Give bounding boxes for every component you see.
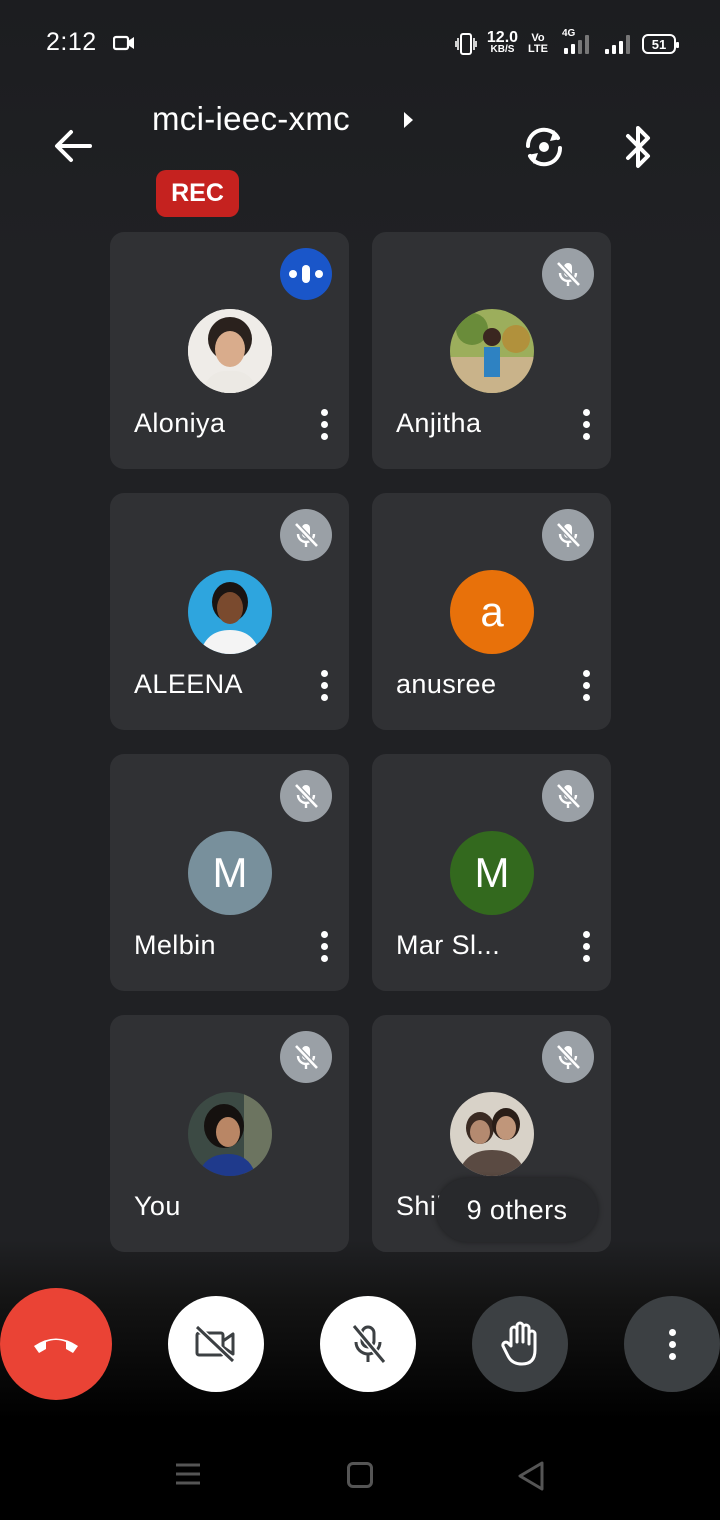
participant-tile[interactable]: ALEENA [110, 493, 349, 730]
participant-name: Anjitha [396, 408, 482, 438]
speaking-indicator-icon [280, 248, 332, 300]
avatar [450, 1092, 534, 1176]
battery-level: 51 [651, 36, 667, 52]
avatar [188, 570, 272, 654]
volte-indicator: Vo LTE [528, 33, 548, 55]
status-bar: 2:12 12.0 KB/S Vo LTE 4G 51 [0, 0, 720, 88]
more-vert-icon[interactable] [312, 667, 336, 703]
participant-tile[interactable]: M Melbin [110, 754, 349, 991]
more-options-button[interactable] [624, 1296, 720, 1392]
network-speed-unit: KB/S [490, 44, 515, 55]
more-vert-icon[interactable] [574, 928, 598, 964]
hand-raise-icon [501, 1321, 537, 1366]
mic-off-icon [280, 770, 332, 822]
participant-name: Mar Sl... [396, 930, 501, 960]
participant-name: Aloniya [134, 408, 226, 438]
avatar: M [188, 831, 272, 915]
participant-name: ALEENA [134, 669, 243, 699]
network-speed-value: 12.0 [486, 29, 519, 46]
meeting-code-title[interactable]: mci-ieec-xmc [152, 100, 350, 138]
signal-4g-icon: 4G [562, 28, 589, 54]
recording-badge: REC [156, 170, 239, 217]
mic-off-icon [280, 509, 332, 561]
more-vert-icon[interactable] [574, 667, 598, 703]
avatar: M [450, 831, 534, 915]
mic-off-icon [542, 509, 594, 561]
mic-toggle-button[interactable] [320, 1296, 416, 1392]
raise-hand-button[interactable] [472, 1296, 568, 1392]
mic-off-icon [351, 1324, 387, 1364]
avatar [188, 309, 272, 393]
more-vert-icon[interactable] [312, 928, 336, 964]
participant-tile[interactable]: M Mar Sl... [372, 754, 611, 991]
recent-apps-icon[interactable] [174, 1462, 202, 1486]
bluetooth-audio-icon[interactable] [620, 122, 656, 172]
participant-name: Melbin [134, 930, 216, 960]
video-off-icon [194, 1324, 236, 1364]
status-time: 2:12 [46, 28, 97, 56]
vibrate-icon [455, 33, 477, 55]
screen-record-icon [113, 35, 134, 51]
more-vert-icon [668, 1328, 676, 1360]
participant-tile[interactable]: Anjitha [372, 232, 611, 469]
signal-icon [605, 34, 630, 54]
participant-tile[interactable]: a anusree [372, 493, 611, 730]
mic-off-icon [542, 248, 594, 300]
more-vert-icon[interactable] [574, 406, 598, 442]
phone-hangup-icon [34, 1338, 78, 1353]
network-speed: 12.0 KB/S [486, 29, 519, 56]
home-icon[interactable] [347, 1462, 373, 1488]
camera-toggle-button[interactable] [168, 1296, 264, 1392]
mic-off-icon [542, 1031, 594, 1083]
avatar [450, 309, 534, 393]
participant-name: anusree [396, 669, 497, 699]
system-nav-bar [0, 1430, 720, 1520]
chevron-right-icon[interactable] [400, 108, 416, 132]
avatar [188, 1092, 272, 1176]
mic-off-icon [280, 1031, 332, 1083]
participant-tile[interactable]: Aloniya [110, 232, 349, 469]
nav-back-icon[interactable] [516, 1460, 546, 1492]
volte-bottom: LTE [528, 43, 548, 55]
more-vert-icon[interactable] [312, 406, 336, 442]
end-call-button[interactable] [0, 1288, 112, 1400]
back-arrow-icon[interactable] [52, 124, 94, 168]
network-type: 4G [562, 28, 576, 39]
battery-icon: 51 [642, 34, 679, 54]
participant-tile[interactable]: You [110, 1015, 349, 1252]
others-chip[interactable]: 9 others [436, 1178, 598, 1242]
participant-name: You [134, 1191, 181, 1221]
avatar: a [450, 570, 534, 654]
mic-off-icon [542, 770, 594, 822]
switch-camera-icon[interactable] [520, 124, 568, 170]
